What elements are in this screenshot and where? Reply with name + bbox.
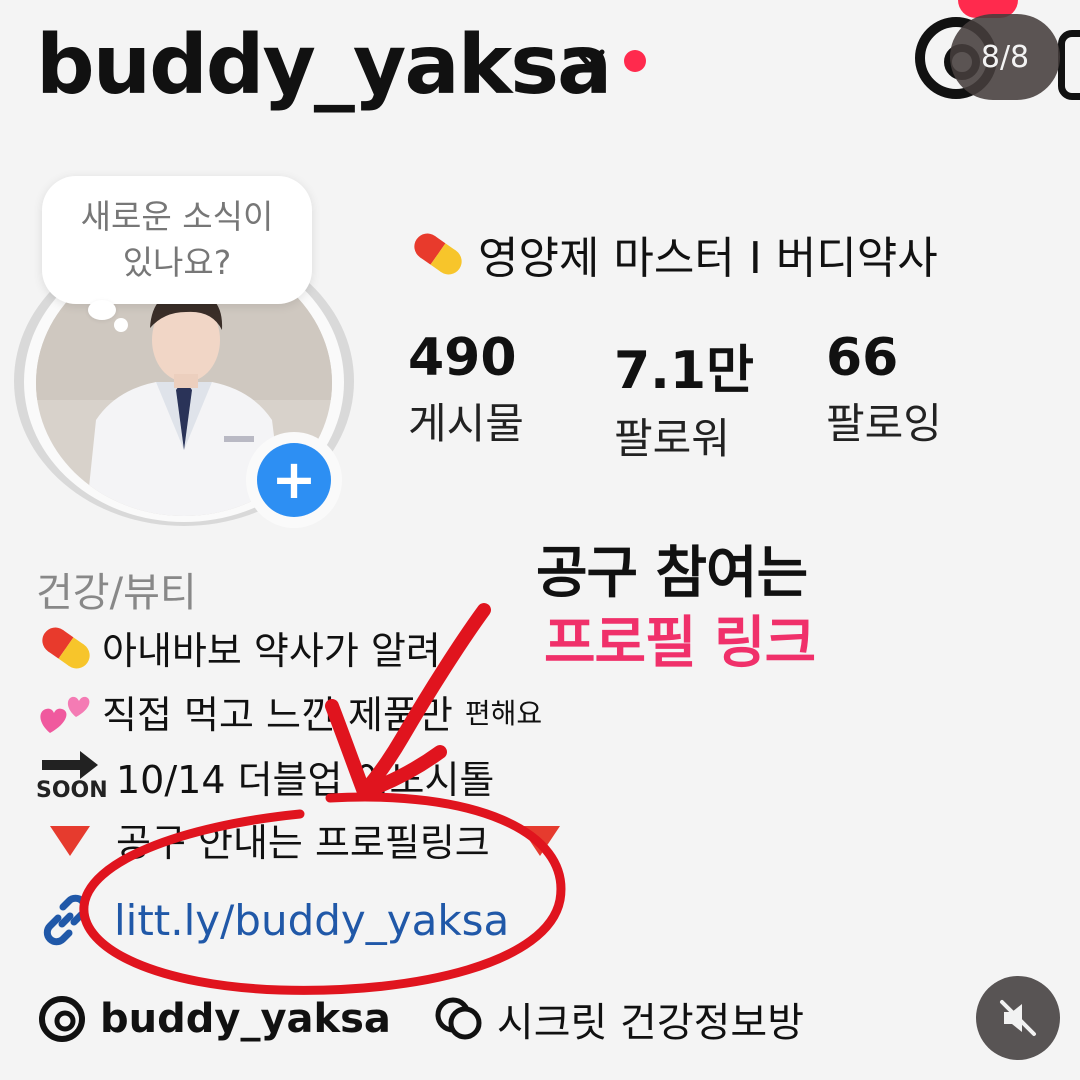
callout-line-2: 프로필 링크 [544,611,816,676]
bio-line: 아내바보 약사가 알려 [36,620,441,675]
bottom-links: buddy_yaksa 시크릿 건강정보방 [36,990,804,1048]
speaker-muted-icon [1000,1000,1036,1036]
red-triangle-down-icon [50,825,90,856]
pill-icon [414,233,462,275]
chat-bubbles-icon [435,997,482,1040]
profile-category: 건강/뷰티 [36,570,197,616]
soon-arrow-icon: SOON [36,748,108,804]
channel-link[interactable]: 시크릿 건강정보방 [431,990,804,1048]
red-triangle-down-icon [519,825,560,856]
add-story-button[interactable]: + [246,432,342,528]
stat-followers[interactable]: 7.1만 팔로워 [614,328,754,466]
note-bubble-line-2: 있나요? [122,243,232,282]
link-icon [43,894,89,946]
bio-line: 공구 안내는 프로필링크 [36,812,564,867]
bio-line: SOON 10/14 더블업 이노시톨 [36,748,494,804]
profile-display-name: 영양제 마스터 I 버디약사 [408,222,938,286]
note-bubble[interactable]: 새로운 소식이 있나요? [42,176,312,304]
pill-icon [42,627,90,668]
chevron-down-icon[interactable] [570,40,610,80]
page-counter: 8/8 [950,14,1060,100]
notification-dot [624,50,646,72]
mute-button[interactable] [976,976,1060,1060]
two-hearts-icon [40,696,90,733]
profile-link[interactable]: litt.ly/buddy_yaksa [36,890,509,950]
plus-icon: + [257,443,331,517]
menu-icon[interactable] [1058,30,1080,100]
stat-posts[interactable]: 490 게시물 [408,328,524,451]
stat-following[interactable]: 66 팔로잉 [826,328,942,451]
threads-handle[interactable]: buddy_yaksa [100,996,391,1042]
profile-username[interactable]: buddy_yaksa [36,18,612,113]
bio-line: 직접 먹고 느낀 제품만 편해요 [36,684,542,739]
threads-icon[interactable] [36,993,88,1045]
note-bubble-line-1: 새로운 소식이 [80,197,274,236]
callout-line-1: 공구 참여는 [536,541,808,606]
